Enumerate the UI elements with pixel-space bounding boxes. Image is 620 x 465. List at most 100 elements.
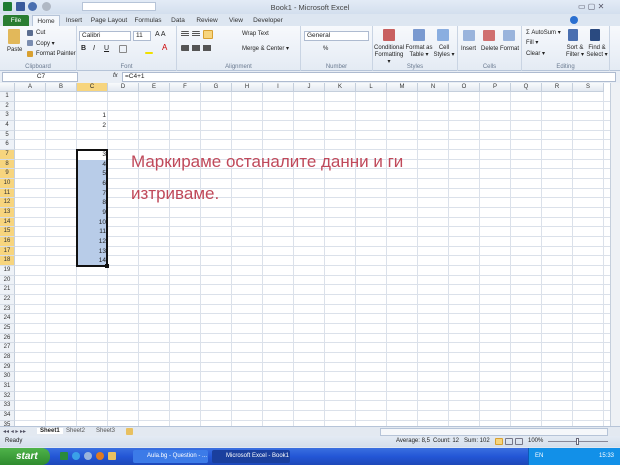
cell-C15[interactable]: 11 bbox=[77, 227, 108, 237]
column-header-M[interactable]: M bbox=[387, 83, 418, 92]
vertical-scrollbar[interactable] bbox=[610, 83, 620, 426]
column-header-A[interactable]: A bbox=[15, 83, 46, 92]
row-header-27[interactable]: 27 bbox=[0, 343, 15, 354]
clear-button[interactable]: Clear ▾ bbox=[526, 50, 545, 57]
name-box[interactable]: C7 bbox=[2, 72, 78, 82]
column-header-F[interactable]: F bbox=[170, 83, 201, 92]
row-header-5[interactable]: 5 bbox=[0, 130, 15, 141]
italic-button[interactable]: I bbox=[93, 45, 95, 52]
formula-input[interactable]: =C4+1 bbox=[122, 72, 616, 82]
media-icon[interactable] bbox=[84, 452, 92, 460]
column-header-K[interactable]: K bbox=[325, 83, 356, 92]
tab-insert[interactable]: Insert bbox=[62, 15, 86, 26]
column-header-S[interactable]: S bbox=[573, 83, 604, 92]
page-break-view-icon[interactable] bbox=[515, 438, 523, 445]
row-header-21[interactable]: 21 bbox=[0, 285, 15, 296]
cell-styles-button[interactable]: Cell Styles ▾ bbox=[433, 45, 455, 59]
merge-center-button[interactable]: Merge & Center ▾ bbox=[242, 45, 289, 52]
cell-C7[interactable]: 3 bbox=[77, 150, 108, 160]
worksheet-grid[interactable]: A B C D E F G H I J K L M N O P Q R S 1 2 3 4 5 6 7 8 9 10 11 12 13 14 15… bbox=[0, 83, 610, 426]
firefox-icon[interactable] bbox=[96, 452, 104, 460]
fill-color-icon[interactable] bbox=[145, 52, 153, 54]
column-header-R[interactable]: R bbox=[542, 83, 573, 92]
row-header-4[interactable]: 4 bbox=[0, 121, 15, 131]
row-header-15[interactable]: 15 bbox=[0, 227, 15, 238]
help-icon[interactable] bbox=[570, 16, 578, 24]
zoom-slider-thumb[interactable] bbox=[576, 438, 579, 445]
insert-function-button[interactable]: fx bbox=[113, 73, 118, 79]
row-header-2[interactable]: 2 bbox=[0, 101, 15, 112]
conditional-formatting-button[interactable]: Conditional Formatting ▾ bbox=[374, 45, 404, 66]
tab-home[interactable]: Home bbox=[32, 15, 60, 26]
row-header-25[interactable]: 25 bbox=[0, 324, 15, 334]
insert-button[interactable]: Insert bbox=[461, 46, 476, 52]
cell-C18[interactable]: 14 bbox=[77, 256, 108, 266]
cell-C14[interactable]: 10 bbox=[77, 218, 108, 228]
row-header-29[interactable]: 29 bbox=[0, 362, 15, 373]
column-header-Q[interactable]: Q bbox=[511, 83, 542, 92]
font-color-icon[interactable]: A bbox=[162, 43, 167, 52]
row-header-17[interactable]: 17 bbox=[0, 246, 15, 257]
paste-button[interactable]: Paste bbox=[7, 47, 22, 53]
row-header-13[interactable]: 13 bbox=[0, 208, 15, 218]
cell-C9[interactable]: 5 bbox=[77, 169, 108, 179]
row-header-19[interactable]: 19 bbox=[0, 266, 15, 276]
cell-C8[interactable]: 4 bbox=[77, 160, 108, 170]
tab-data[interactable]: Data bbox=[168, 15, 188, 26]
row-header-12[interactable]: 12 bbox=[0, 198, 15, 209]
task-browser[interactable]: Aula.bg - Question - ... bbox=[133, 450, 208, 463]
align-middle-icon[interactable] bbox=[192, 31, 200, 37]
task-excel[interactable]: Microsoft Excel - Book1 bbox=[212, 450, 290, 463]
row-header-3[interactable]: 3 bbox=[0, 111, 15, 121]
number-format-select[interactable]: General bbox=[304, 31, 369, 41]
ie-icon[interactable] bbox=[72, 452, 80, 460]
fill-button[interactable]: Fill ▾ bbox=[526, 39, 538, 46]
page-layout-view-icon[interactable] bbox=[505, 438, 513, 445]
cell-C10[interactable]: 6 bbox=[77, 179, 108, 189]
sort-filter-button[interactable]: Sort & Filter ▾ bbox=[564, 45, 586, 59]
bold-button[interactable]: B bbox=[81, 45, 86, 52]
grow-font-button[interactable]: A A bbox=[155, 31, 166, 38]
row-header-11[interactable]: 11 bbox=[0, 188, 15, 199]
column-header-C[interactable]: C bbox=[77, 83, 108, 92]
paste-icon[interactable] bbox=[8, 29, 20, 44]
row-header-8[interactable]: 8 bbox=[0, 159, 15, 170]
tab-formulas[interactable]: Formulas bbox=[133, 15, 163, 26]
cell-C16[interactable]: 12 bbox=[77, 237, 108, 247]
column-header-O[interactable]: O bbox=[449, 83, 480, 92]
row-header-22[interactable]: 22 bbox=[0, 295, 15, 305]
select-all-corner[interactable] bbox=[0, 83, 15, 92]
quicklaunch-icon[interactable] bbox=[60, 452, 68, 460]
column-header-N[interactable]: N bbox=[418, 83, 449, 92]
column-header-B[interactable]: B bbox=[46, 83, 77, 92]
column-header-E[interactable]: E bbox=[139, 83, 170, 92]
cut-button[interactable]: Cut bbox=[36, 30, 45, 36]
font-name-select[interactable]: Calibri bbox=[79, 31, 131, 41]
cell-C11[interactable]: 7 bbox=[77, 189, 108, 199]
column-header-I[interactable]: I bbox=[263, 83, 294, 92]
column-header-J[interactable]: J bbox=[294, 83, 325, 92]
cell-C4[interactable]: 2 bbox=[77, 121, 108, 131]
column-header-D[interactable]: D bbox=[108, 83, 139, 92]
row-header-26[interactable]: 26 bbox=[0, 333, 15, 344]
window-controls[interactable]: ▭ ▢ ✕ bbox=[578, 2, 604, 11]
copy-button[interactable]: Copy ▾ bbox=[36, 40, 55, 47]
tab-file[interactable]: File bbox=[3, 15, 29, 26]
row-header-30[interactable]: 30 bbox=[0, 372, 15, 383]
column-header-G[interactable]: G bbox=[201, 83, 232, 92]
row-header-1[interactable]: 1 bbox=[0, 92, 15, 102]
sheet-tab-1[interactable]: Sheet1 bbox=[37, 428, 63, 434]
align-top-icon[interactable] bbox=[181, 31, 189, 37]
row-header-16[interactable]: 16 bbox=[0, 237, 15, 247]
cell-C3[interactable]: 1 bbox=[77, 111, 108, 121]
folder-icon[interactable] bbox=[108, 452, 116, 460]
format-button[interactable]: Format bbox=[500, 46, 519, 52]
row-header-24[interactable]: 24 bbox=[0, 314, 15, 325]
language-indicator[interactable]: EN bbox=[535, 453, 543, 459]
row-header-28[interactable]: 28 bbox=[0, 353, 15, 363]
tab-review[interactable]: Review bbox=[194, 15, 220, 26]
column-header-L[interactable]: L bbox=[356, 83, 387, 92]
column-header-H[interactable]: H bbox=[232, 83, 263, 92]
row-header-32[interactable]: 32 bbox=[0, 391, 15, 402]
percent-button[interactable]: % bbox=[323, 46, 328, 52]
